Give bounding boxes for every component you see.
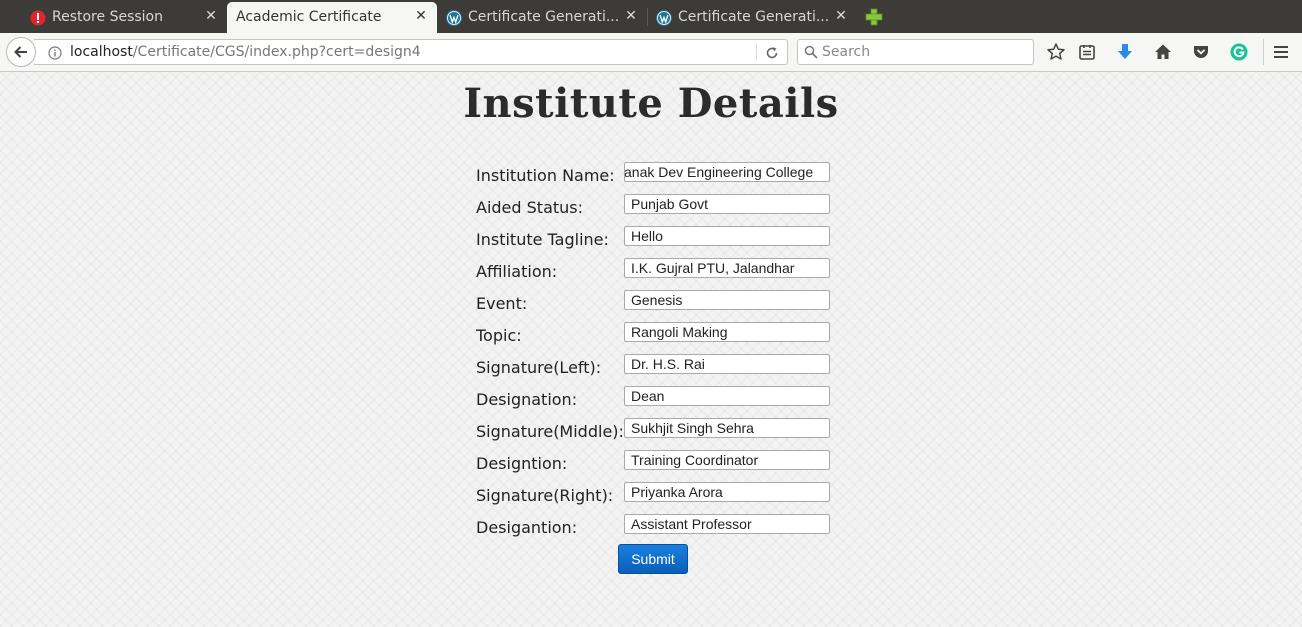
tab-certificate-generation-1[interactable]: Certificate Generati... ✕	[438, 2, 648, 33]
pocket-icon[interactable]	[1191, 42, 1211, 62]
close-icon[interactable]: ✕	[204, 8, 218, 24]
close-icon[interactable]: ✕	[414, 8, 428, 24]
page-content: Institute Details Institution Name: anak…	[0, 72, 1302, 627]
designation-right-label: Desigantion:	[476, 518, 578, 537]
page-title: Institute Details	[463, 80, 839, 127]
toolbar-divider	[1263, 39, 1264, 65]
institute-tagline-input[interactable]: Hello	[624, 226, 830, 246]
signature-right-label: Signature(Right):	[476, 486, 614, 505]
aided-status-input[interactable]: Punjab Govt	[624, 194, 830, 214]
event-label: Event:	[476, 294, 528, 313]
signature-right-input[interactable]: Priyanka Arora	[624, 482, 830, 502]
navigation-bar: localhost/Certificate/CGS/index.php?cert…	[0, 33, 1302, 72]
institution-name-input[interactable]: anak Dev Engineering College	[624, 162, 830, 182]
event-input[interactable]: Genesis	[624, 290, 830, 310]
menu-icon[interactable]	[1271, 42, 1291, 62]
url-host: localhost	[70, 44, 133, 60]
url-text[interactable]: localhost/Certificate/CGS/index.php?cert…	[70, 44, 421, 60]
tab-academic-certificate[interactable]: Academic Certificate ✕	[227, 2, 437, 33]
home-icon[interactable]	[1153, 42, 1173, 62]
signature-middle-label: Signature(Middle):	[476, 422, 624, 441]
tab-label: Academic Certificate	[236, 9, 382, 25]
tab-strip: Restore Session ✕ Academic Certificate ✕…	[0, 0, 1302, 33]
topic-input[interactable]: Rangoli Making	[624, 322, 830, 342]
close-icon[interactable]: ✕	[834, 8, 848, 24]
search-icon	[804, 45, 818, 59]
reload-icon[interactable]	[764, 45, 780, 61]
search-bar[interactable]: Search	[797, 39, 1034, 65]
url-path: /Certificate/CGS/index.php?cert=design4	[132, 44, 421, 60]
signature-left-input[interactable]: Dr. H.S. Rai	[624, 354, 830, 374]
info-icon[interactable]	[48, 46, 62, 60]
new-tab-icon[interactable]	[864, 7, 884, 27]
wordpress-icon	[656, 10, 672, 26]
institution-name-label: Institution Name:	[476, 166, 615, 185]
tab-label: Certificate Generati...	[678, 9, 828, 25]
signature-left-label: Signature(Left):	[476, 358, 602, 377]
close-icon[interactable]: ✕	[624, 8, 638, 24]
designation-middle-label: Designtion:	[476, 454, 568, 473]
institute-tagline-label: Institute Tagline:	[476, 230, 609, 249]
submit-button[interactable]: Submit	[618, 544, 688, 574]
designation-left-label: Designation:	[476, 390, 578, 409]
tab-label: Certificate Generati...	[468, 9, 618, 25]
wordpress-icon	[446, 10, 462, 26]
aided-status-label: Aided Status:	[476, 198, 584, 217]
grammarly-icon[interactable]	[1229, 42, 1249, 62]
tab-restore-session[interactable]: Restore Session ✕	[4, 2, 226, 33]
designation-middle-input[interactable]: Training Coordinator	[624, 450, 830, 470]
url-bar[interactable]: localhost/Certificate/CGS/index.php?cert…	[34, 39, 788, 65]
download-icon[interactable]	[1115, 42, 1135, 62]
url-divider	[756, 43, 757, 61]
topic-label: Topic:	[476, 326, 522, 345]
back-arrow-icon	[14, 46, 27, 58]
error-icon	[30, 10, 46, 26]
affiliation-label: Affiliation:	[476, 262, 558, 281]
search-placeholder: Search	[822, 44, 871, 60]
tab-certificate-generation-2[interactable]: Certificate Generati... ✕	[648, 2, 858, 33]
tab-label: Restore Session	[52, 9, 163, 25]
designation-right-input[interactable]: Assistant Professor	[624, 514, 830, 534]
reading-list-icon[interactable]	[1077, 42, 1097, 62]
affiliation-input[interactable]: I.K. Gujral PTU, Jalandhar	[624, 258, 830, 278]
back-button[interactable]	[6, 37, 36, 67]
designation-left-input[interactable]: Dean	[624, 386, 830, 406]
bookmark-star-icon[interactable]	[1046, 42, 1066, 62]
signature-middle-input[interactable]: Sukhjit Singh Sehra	[624, 418, 830, 438]
